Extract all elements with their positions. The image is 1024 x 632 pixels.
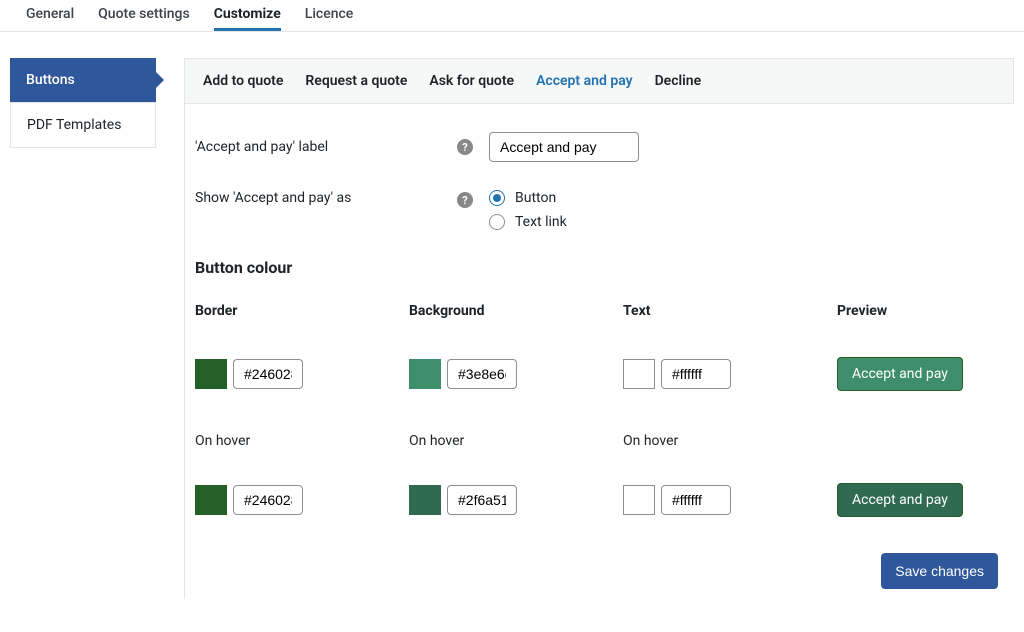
top-tabs: General Quote settings Customize Licence — [0, 0, 1024, 32]
col-head-text: Text — [623, 303, 837, 319]
text-hover-color-input[interactable] — [661, 485, 731, 515]
subnav-add-to-quote[interactable]: Add to quote — [203, 73, 283, 89]
on-hover-border-label: On hover — [195, 433, 409, 449]
sidebar: Buttons PDF Templates — [10, 58, 156, 599]
subnav-accept-and-pay[interactable]: Accept and pay — [536, 73, 632, 89]
tab-quote-settings[interactable]: Quote settings — [98, 0, 190, 31]
border-color-input[interactable] — [233, 359, 303, 389]
show-as-radio-button[interactable] — [489, 190, 505, 206]
sidebar-item-pdf-templates[interactable]: PDF Templates — [10, 102, 156, 148]
subnav-ask-for-quote[interactable]: Ask for quote — [429, 73, 514, 89]
tab-customize[interactable]: Customize — [214, 0, 281, 31]
on-hover-text-label: On hover — [623, 433, 837, 449]
main-panel: Add to quote Request a quote Ask for quo… — [184, 58, 1014, 599]
tab-general[interactable]: General — [26, 0, 74, 31]
save-changes-button[interactable]: Save changes — [881, 553, 998, 589]
button-colour-heading: Button colour — [195, 258, 1004, 277]
show-as-radio-button-label: Button — [515, 190, 556, 206]
subnav-decline[interactable]: Decline — [655, 73, 702, 89]
preview-button-hover: Accept and pay — [837, 483, 963, 517]
col-head-preview: Preview — [837, 303, 1004, 319]
border-swatch[interactable] — [195, 359, 227, 389]
subnav: Add to quote Request a quote Ask for quo… — [184, 58, 1014, 104]
help-icon[interactable]: ? — [457, 139, 473, 155]
background-color-input[interactable] — [447, 359, 517, 389]
text-swatch[interactable] — [623, 359, 655, 389]
col-head-background: Background — [409, 303, 623, 319]
border-hover-swatch[interactable] — [195, 485, 227, 515]
text-hover-swatch[interactable] — [623, 485, 655, 515]
help-icon[interactable]: ? — [457, 192, 473, 208]
preview-button: Accept and pay — [837, 357, 963, 391]
sidebar-item-buttons[interactable]: Buttons — [10, 58, 156, 102]
tab-licence[interactable]: Licence — [305, 0, 354, 31]
show-as-radio-textlink-label: Text link — [515, 214, 567, 230]
show-as-caption: Show 'Accept and pay' as — [195, 190, 457, 206]
accept-and-pay-label-caption: 'Accept and pay' label — [195, 139, 457, 155]
accept-and-pay-label-input[interactable] — [489, 132, 639, 162]
col-head-border: Border — [195, 303, 409, 319]
sidebar-item-label: PDF Templates — [27, 117, 121, 133]
text-color-input[interactable] — [661, 359, 731, 389]
subnav-request-a-quote[interactable]: Request a quote — [305, 73, 407, 89]
sidebar-item-label: Buttons — [26, 72, 75, 88]
background-hover-swatch[interactable] — [409, 485, 441, 515]
show-as-radio-textlink[interactable] — [489, 214, 505, 230]
on-hover-background-label: On hover — [409, 433, 623, 449]
border-hover-color-input[interactable] — [233, 485, 303, 515]
background-hover-color-input[interactable] — [447, 485, 517, 515]
background-swatch[interactable] — [409, 359, 441, 389]
